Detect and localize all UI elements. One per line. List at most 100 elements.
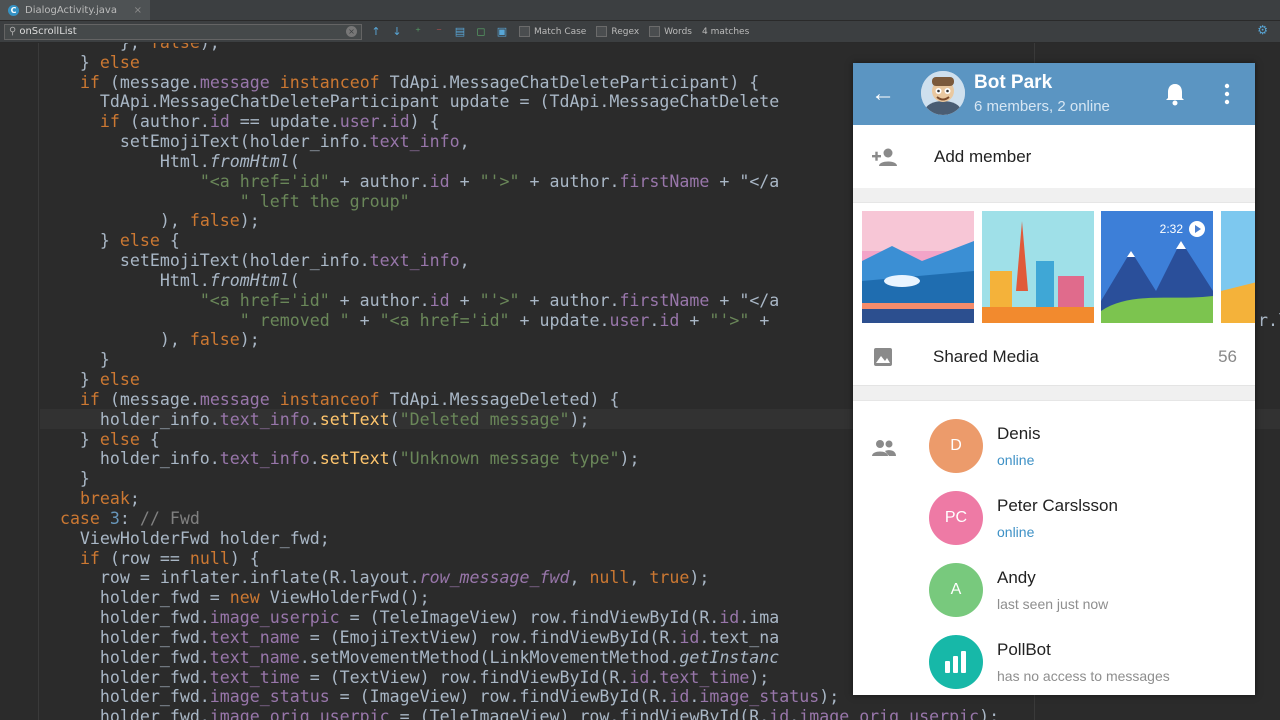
- code-line[interactable]: holder_fwd.text_name.setMovementMethod(L…: [0, 648, 999, 668]
- code-line[interactable]: ), false);: [0, 211, 999, 231]
- match-case-box[interactable]: [519, 26, 530, 37]
- words-checkbox[interactable]: Words: [649, 26, 692, 37]
- editor-tab-bar: C DialogActivity.java ×: [0, 0, 1280, 21]
- code-line[interactable]: holder_fwd.text_name = (EmojiTextView) r…: [0, 628, 999, 648]
- group-subtitle: 6 members, 2 online: [974, 98, 1110, 115]
- code-line[interactable]: } else {: [0, 231, 999, 251]
- code-line[interactable]: row = inflater.inflate(R.layout.row_mess…: [0, 568, 999, 588]
- code-line[interactable]: holder_fwd.text_time = (TextView) row.fi…: [0, 668, 999, 688]
- previous-occurrence-icon[interactable]: ↑: [369, 25, 383, 39]
- code-line[interactable]: holder_fwd = new ViewHolderFwd();: [0, 588, 999, 608]
- group-avatar[interactable]: [921, 71, 965, 115]
- code-line[interactable]: TdApi.MessageChatDeleteParticipant updat…: [0, 92, 999, 112]
- code-line[interactable]: case 3: // Fwd: [0, 509, 999, 529]
- section-divider: [853, 188, 1255, 203]
- group-title: Bot Park: [974, 72, 1053, 93]
- words-box[interactable]: [649, 26, 661, 37]
- code-line[interactable]: if (row == null) {: [0, 549, 999, 569]
- avatar: A: [929, 563, 983, 617]
- code-line[interactable]: " removed " + "<a href='id" + update.use…: [0, 311, 999, 331]
- code-line[interactable]: holder_info.text_info.setText("Unknown m…: [0, 449, 999, 469]
- code-line[interactable]: holder_fwd.image_status = (ImageView) ro…: [0, 687, 999, 707]
- code-line[interactable]: ), false);: [0, 330, 999, 350]
- add-person-icon: [872, 148, 897, 166]
- code-line[interactable]: holder_fwd.image_orig_userpic = (TeleIma…: [0, 707, 999, 720]
- tab-close-icon[interactable]: ×: [134, 5, 142, 16]
- code-line[interactable]: if (message.message instanceof TdApi.Mes…: [0, 73, 999, 93]
- add-member-row[interactable]: Add member: [853, 125, 1255, 189]
- code-text[interactable]: }, false); } else if (message.message in…: [0, 43, 999, 720]
- regex-checkbox[interactable]: Regex: [596, 26, 639, 37]
- group-header: ← Bot Park 6 members, 2 online: [853, 63, 1255, 125]
- match-case-checkbox[interactable]: Match Case: [519, 26, 586, 37]
- code-line[interactable]: }: [0, 350, 999, 370]
- back-arrow-icon[interactable]: ←: [871, 80, 895, 108]
- search-input[interactable]: [19, 26, 340, 37]
- media-thumbnail[interactable]: [862, 211, 974, 323]
- find-bar: ⚲ × ↑ ↓ ⁺ ⁻ ▤ ◻ ▣ Match Case Regex Words…: [0, 21, 1280, 43]
- shared-media-strip: 2:32: [853, 203, 1255, 333]
- member-status: last seen just now: [997, 596, 1109, 612]
- code-line[interactable]: } else: [0, 370, 999, 390]
- add-occurrence-icon[interactable]: ⁺: [411, 25, 425, 39]
- avatar: D: [929, 419, 983, 473]
- code-line[interactable]: setEmojiText(holder_info.text_info,: [0, 251, 999, 271]
- play-icon[interactable]: [1189, 221, 1205, 237]
- regex-box[interactable]: [596, 26, 608, 37]
- regex-label: Regex: [611, 26, 640, 37]
- words-label: Words: [664, 26, 692, 37]
- member-row-peter[interactable]: PC Peter Carslsson online: [929, 491, 1249, 551]
- media-thumbnail-video[interactable]: 2:32: [1101, 211, 1213, 323]
- tab-title: DialogActivity.java: [25, 4, 117, 16]
- member-row-andy[interactable]: A Andy last seen just now: [929, 563, 1249, 623]
- settings-gear-icon[interactable]: ⚙: [1257, 23, 1268, 37]
- member-name: PollBot: [997, 640, 1051, 659]
- code-line[interactable]: break;: [0, 489, 999, 509]
- image-icon: [874, 348, 892, 366]
- shared-media-count: 56: [1218, 347, 1237, 366]
- code-line[interactable]: "<a href='id" + author.id + "'>" + autho…: [0, 291, 999, 311]
- member-status: online: [997, 452, 1035, 468]
- remove-occurrence-icon[interactable]: ⁻: [432, 25, 446, 39]
- code-line[interactable]: holder_fwd.image_userpic = (TeleImageVie…: [0, 608, 999, 628]
- code-line[interactable]: } else {: [0, 430, 999, 450]
- member-row-denis[interactable]: D Denis online: [929, 419, 1249, 479]
- find-field[interactable]: ⚲ ×: [4, 23, 362, 40]
- export-occurrences-icon[interactable]: ◻: [474, 25, 488, 39]
- more-vertical-icon[interactable]: [1221, 81, 1233, 107]
- code-line[interactable]: holder_info.text_info.setText("Deleted m…: [0, 410, 999, 430]
- video-duration-badge: 2:32: [1160, 221, 1205, 237]
- member-name: Denis: [997, 424, 1041, 443]
- match-case-label: Match Case: [534, 26, 587, 37]
- clear-search-icon[interactable]: ×: [346, 25, 357, 37]
- bot-avatar-icon: [921, 71, 965, 115]
- match-count: 4 matches: [702, 26, 750, 37]
- group-info-panel: ← Bot Park 6 members, 2 online Add membe…: [853, 63, 1255, 695]
- poll-icon: [945, 651, 966, 673]
- media-thumbnail[interactable]: [1221, 211, 1255, 323]
- code-line[interactable]: }: [0, 469, 999, 489]
- tab-dialogactivity[interactable]: C DialogActivity.java ×: [0, 0, 150, 20]
- filter-icon[interactable]: ▣: [495, 25, 509, 39]
- code-line[interactable]: if (author.id == update.user.id) {: [0, 112, 999, 132]
- code-line[interactable]: " left the group": [0, 192, 999, 212]
- member-name: Peter Carslsson: [997, 496, 1118, 515]
- member-row-pollbot[interactable]: PollBot has no access to messages: [929, 635, 1249, 695]
- code-line[interactable]: setEmojiText(holder_info.text_info,: [0, 132, 999, 152]
- search-icon: ⚲: [9, 26, 17, 37]
- code-line[interactable]: }, false);: [0, 43, 999, 53]
- avatar: [929, 635, 983, 689]
- code-line[interactable]: "<a href='id" + author.id + "'>" + autho…: [0, 172, 999, 192]
- media-thumbnail[interactable]: [982, 211, 1094, 323]
- code-line[interactable]: } else: [0, 53, 999, 73]
- avatar: PC: [929, 491, 983, 545]
- code-line[interactable]: if (message.message instanceof TdApi.Mes…: [0, 390, 999, 410]
- shared-media-row[interactable]: Shared Media 56: [853, 333, 1255, 386]
- bell-icon[interactable]: [1163, 81, 1187, 107]
- code-line[interactable]: ViewHolderFwd holder_fwd;: [0, 529, 999, 549]
- select-all-occurrences-icon[interactable]: ▤: [453, 25, 467, 39]
- code-line[interactable]: Html.fromHtml(: [0, 152, 999, 172]
- code-line[interactable]: Html.fromHtml(: [0, 271, 999, 291]
- video-duration: 2:32: [1159, 222, 1183, 236]
- next-occurrence-icon[interactable]: ↓: [390, 25, 404, 39]
